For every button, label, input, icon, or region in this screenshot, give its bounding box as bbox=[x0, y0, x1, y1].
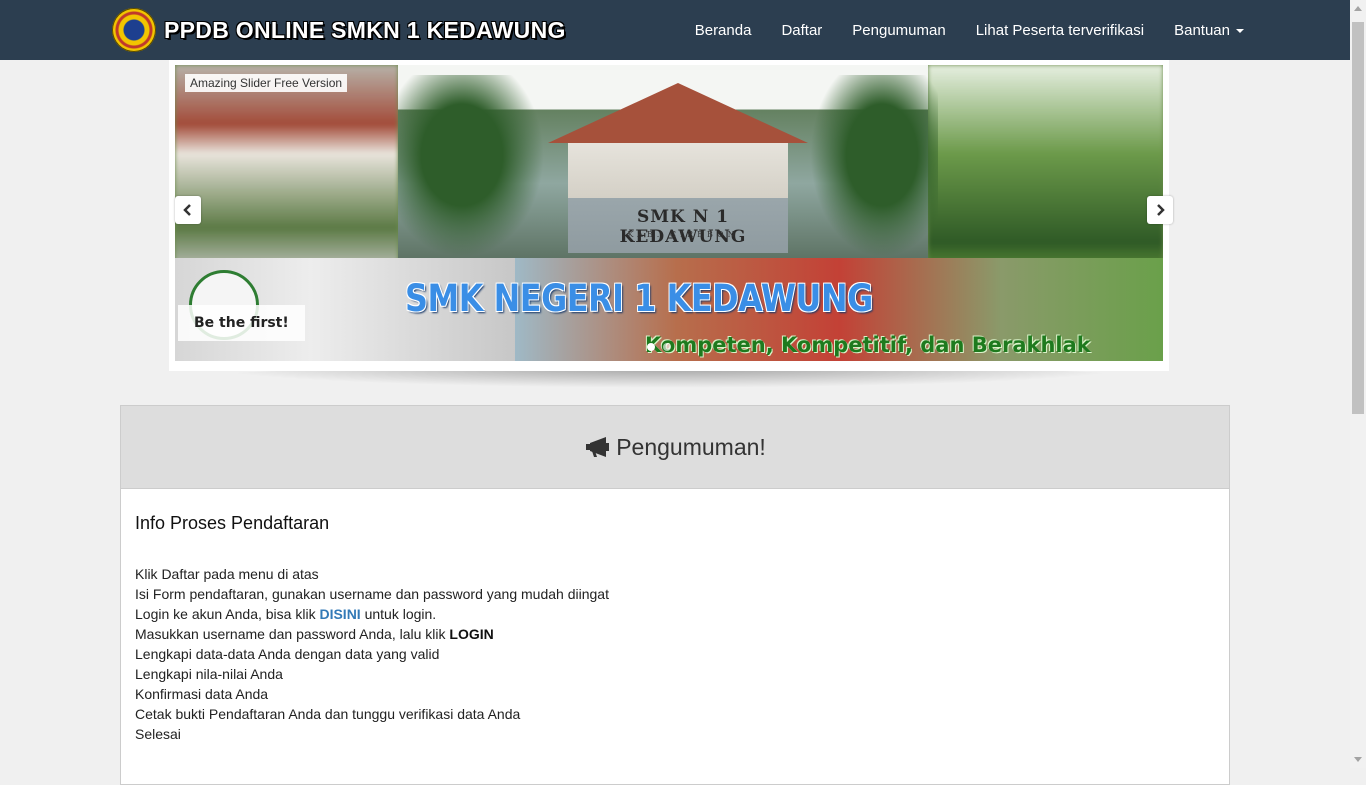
login-here-link[interactable]: DISINI bbox=[319, 606, 360, 622]
banner-motto: Kompeten, Kompetitif, dan Berakhlak bbox=[645, 333, 1091, 357]
step-3-text-pre: Login ke akun Anda, bisa klik bbox=[135, 606, 320, 622]
main-nav: Beranda Daftar Pengumuman Lihat Peserta … bbox=[665, 0, 1244, 60]
panel-body: Info Proses Pendaftaran Klik Daftar pada… bbox=[121, 489, 1229, 768]
step-1: Klik Daftar pada menu di atas bbox=[135, 566, 319, 582]
navbar: PPDB ONLINE SMKN 1 KEDAWUNG Beranda Daft… bbox=[0, 0, 1350, 60]
brand[interactable]: PPDB ONLINE SMKN 1 KEDAWUNG bbox=[112, 6, 566, 54]
building-sign: SMK N 1 KEDAWUNG bbox=[619, 207, 747, 247]
step-9: Selesai bbox=[135, 726, 181, 742]
login-keyword: LOGIN bbox=[449, 626, 494, 642]
banner-title: SMK NEGERI 1 KEDAWUNG bbox=[405, 277, 873, 320]
caret-down-icon bbox=[1236, 28, 1244, 33]
step-4: Masukkan username dan password Anda, lal… bbox=[135, 624, 1215, 644]
slide-stage: SMK N 1 KEDAWUNG KAB. CIREBON SMK NEGERI… bbox=[175, 65, 1163, 361]
step-3-text-post: untuk login. bbox=[360, 606, 437, 622]
slider-watermark[interactable]: Amazing Slider Free Version bbox=[185, 74, 348, 92]
slide-caption: Be the first! bbox=[178, 305, 305, 341]
slider-bullets bbox=[647, 343, 679, 351]
step-4-text-pre: Masukkan username dan password Anda, lal… bbox=[135, 626, 450, 642]
panel-title: Pengumuman! bbox=[616, 433, 766, 460]
step-8: Cetak bukti Pendaftaran Anda dan tunggu … bbox=[135, 706, 521, 722]
nav-item-beranda[interactable]: Beranda bbox=[695, 22, 752, 39]
nav-item-daftar[interactable]: Daftar bbox=[781, 22, 822, 39]
palm-tree-left bbox=[398, 75, 558, 275]
step-3: Login ke akun Anda, bisa klik DISINI unt… bbox=[135, 604, 1215, 624]
building-roof bbox=[548, 83, 808, 143]
step-2: Isi Form pendaftaran, gunakan username d… bbox=[135, 586, 609, 602]
slider-next-button[interactable] bbox=[1147, 196, 1173, 224]
slider-bullet-1[interactable] bbox=[647, 343, 655, 351]
school-logo-icon bbox=[112, 8, 156, 52]
slider-bullet-2[interactable] bbox=[663, 343, 671, 351]
scroll-down-arrow-icon[interactable] bbox=[1354, 757, 1362, 762]
brand-title: PPDB ONLINE SMKN 1 KEDAWUNG bbox=[164, 16, 566, 43]
nav-item-pengumuman[interactable]: Pengumuman bbox=[852, 22, 945, 39]
step-5: Lengkapi data-data Anda dengan data yang… bbox=[135, 646, 440, 662]
scroll-up-arrow-icon[interactable] bbox=[1354, 6, 1362, 11]
scrollbar-thumb[interactable] bbox=[1352, 22, 1364, 414]
slider-prev-button[interactable] bbox=[175, 196, 201, 224]
panel-heading: Pengumuman! bbox=[121, 406, 1229, 489]
chevron-right-icon bbox=[1157, 204, 1165, 216]
announcement-panel: Pengumuman! Info Proses Pendaftaran Klik… bbox=[120, 405, 1230, 785]
step-7: Konfirmasi data Anda bbox=[135, 686, 269, 702]
step-6: Lengkapi nila-nilai Anda bbox=[135, 666, 283, 682]
nav-item-lihat-peserta[interactable]: Lihat Peserta terverifikasi bbox=[976, 22, 1144, 39]
building-sign-sub: KAB. CIREBON bbox=[627, 230, 739, 239]
image-slider: SMK N 1 KEDAWUNG KAB. CIREBON SMK NEGERI… bbox=[169, 60, 1173, 371]
chevron-left-icon bbox=[183, 204, 191, 216]
nav-item-bantuan-label: Bantuan bbox=[1174, 21, 1230, 39]
palm-tree-right bbox=[798, 75, 938, 275]
bullhorn-icon bbox=[586, 437, 610, 457]
page-scrollbar[interactable] bbox=[1350, 0, 1366, 768]
info-title: Info Proses Pendaftaran bbox=[135, 513, 330, 533]
nav-item-bantuan-dropdown[interactable]: Bantuan bbox=[1174, 22, 1244, 39]
registration-steps: Klik Daftar pada menu di atas Isi Form p… bbox=[135, 564, 1215, 744]
